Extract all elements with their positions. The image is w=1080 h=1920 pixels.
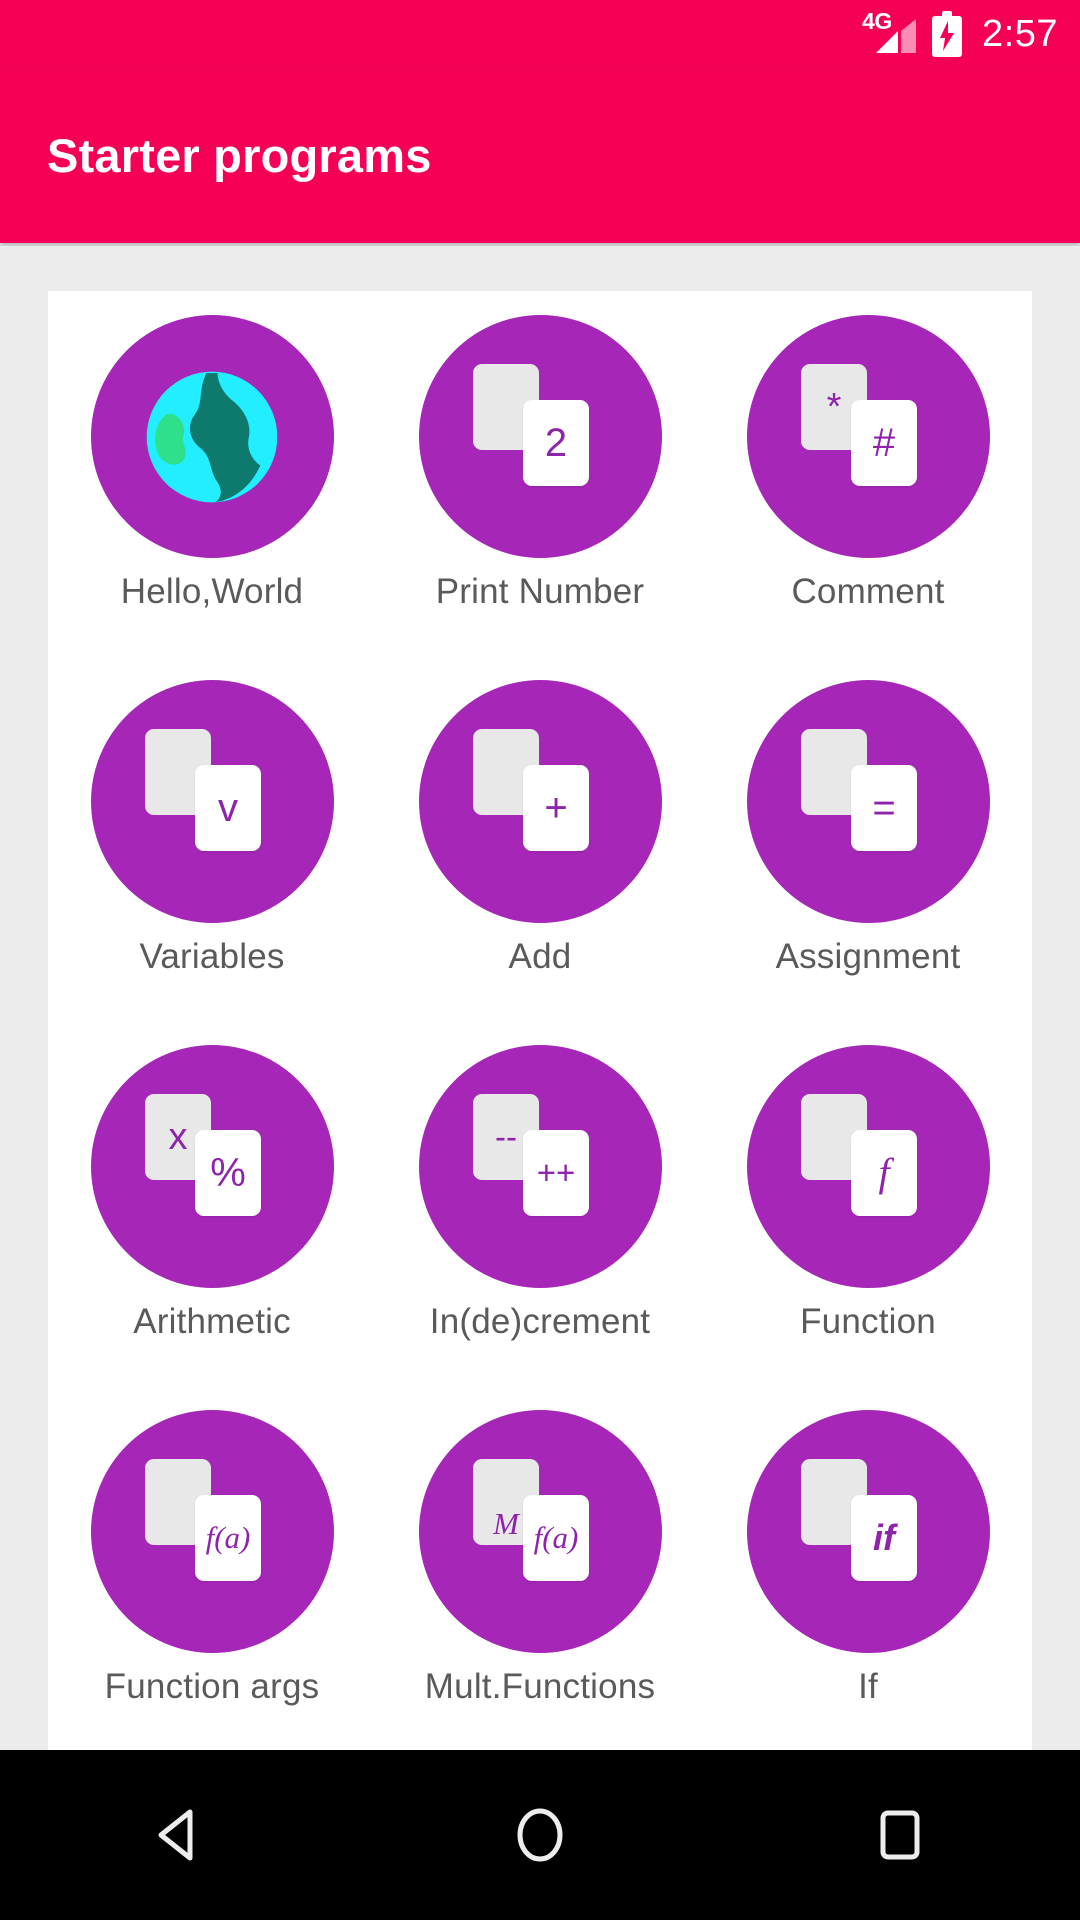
program-item-label: If	[858, 1667, 878, 1706]
card-pair: f	[793, 1092, 943, 1242]
program-item[interactable]: * # Comment	[704, 297, 1032, 662]
card-front-glyph: +	[523, 764, 589, 851]
two-cards-variable-icon[interactable]: v	[90, 680, 334, 923]
card-pair: if	[793, 1457, 943, 1607]
two-cards-arithmetic-icon[interactable]: x%	[90, 1045, 334, 1288]
signal-bars-icon: 4G	[862, 10, 917, 56]
program-item-label: Function	[800, 1302, 936, 1341]
globe-icon[interactable]	[90, 315, 334, 558]
card-front-glyph: %	[195, 1129, 261, 1216]
home-circle-icon	[517, 1808, 563, 1862]
android-navigation-bar	[0, 1750, 1080, 1920]
program-item[interactable]: Mf(a) Mult.Functions	[376, 1392, 704, 1750]
card-pair: f(a)	[137, 1457, 287, 1607]
two-cards-if-icon[interactable]: if	[746, 1410, 990, 1653]
program-item-label: Hello,World	[120, 572, 304, 611]
program-item-label: Function args	[104, 1667, 320, 1706]
status-bar: 4G 2:57	[0, 0, 1080, 68]
card-front-glyph: f(a)	[523, 1494, 589, 1581]
program-item[interactable]: x% Arithmetic	[48, 1027, 376, 1392]
card-front-glyph: v	[195, 764, 261, 851]
program-item[interactable]: + Add	[376, 662, 704, 1027]
page-title: Starter programs	[47, 129, 432, 182]
program-item[interactable]: if If	[704, 1392, 1032, 1750]
program-item-label: Comment	[791, 572, 945, 611]
two-cards-equals-icon[interactable]: =	[746, 680, 990, 923]
card-front-glyph: =	[851, 764, 917, 851]
card-pair: v	[137, 727, 287, 877]
two-cards-comment-icon[interactable]: * #	[746, 315, 990, 558]
lightning-bolt-icon	[940, 21, 955, 51]
program-item-label: Variables	[139, 937, 285, 976]
program-item-label: Print Number	[435, 572, 645, 611]
signal-triangle-icon	[876, 19, 917, 53]
card-front-glyph: f	[851, 1129, 917, 1216]
program-item[interactable]: f Function	[704, 1027, 1032, 1392]
globe-icon	[146, 371, 278, 502]
content-area[interactable]: Hello,World 2 Print Number * # Comment v Variab…	[0, 246, 1080, 1750]
program-item-label: Mult.Functions	[424, 1667, 656, 1706]
program-item[interactable]: Hello,World	[48, 297, 376, 662]
card-pair: 2	[465, 362, 615, 512]
home-button[interactable]	[480, 1775, 600, 1895]
card-pair: -- ++	[465, 1092, 615, 1242]
app-bar: Starter programs	[0, 68, 1080, 243]
program-item[interactable]: 2 Print Number	[376, 297, 704, 662]
card-pair: +	[465, 727, 615, 877]
clock-label: 2:57	[982, 13, 1058, 55]
program-item[interactable]: v Variables	[48, 662, 376, 1027]
two-cards-increment-icon[interactable]: -- ++	[418, 1045, 662, 1288]
card-pair: =	[793, 727, 943, 877]
card-front-glyph: if	[851, 1494, 917, 1581]
program-item-label: Assignment	[775, 937, 961, 976]
program-item-label: Add	[508, 937, 572, 976]
card-front-glyph: 2	[523, 399, 589, 486]
two-cards-function-args-icon[interactable]: f(a)	[90, 1410, 334, 1653]
card-front-glyph: ++	[523, 1129, 589, 1216]
two-cards-function-icon[interactable]: f	[746, 1045, 990, 1288]
program-item[interactable]: f(a) Function args	[48, 1392, 376, 1750]
program-item-label: Arithmetic	[133, 1302, 291, 1341]
recents-square-icon	[880, 1810, 920, 1860]
program-grid-card: Hello,World 2 Print Number * # Comment v Variab…	[48, 291, 1032, 1750]
battery-charging-icon	[932, 11, 963, 57]
two-cards-plus-icon[interactable]: +	[418, 680, 662, 923]
card-pair: * #	[793, 362, 943, 512]
program-item-label: In(de)crement	[429, 1302, 651, 1341]
recents-button[interactable]	[840, 1775, 960, 1895]
program-item[interactable]: -- ++ In(de)crement	[376, 1027, 704, 1392]
card-front-glyph: #	[851, 399, 917, 486]
program-item[interactable]: = Assignment	[704, 662, 1032, 1027]
card-front-glyph: f(a)	[195, 1494, 261, 1581]
back-triangle-icon	[158, 1809, 193, 1861]
back-button[interactable]	[120, 1775, 240, 1895]
card-pair: x%	[137, 1092, 287, 1242]
two-cards-number-icon[interactable]: 2	[418, 315, 662, 558]
card-pair: Mf(a)	[465, 1457, 615, 1607]
two-cards-mult-functions-icon[interactable]: Mf(a)	[418, 1410, 662, 1653]
status-icons: 4G 2:57	[862, 10, 1058, 57]
program-grid: Hello,World 2 Print Number * # Comment v Variab…	[48, 291, 1032, 1750]
